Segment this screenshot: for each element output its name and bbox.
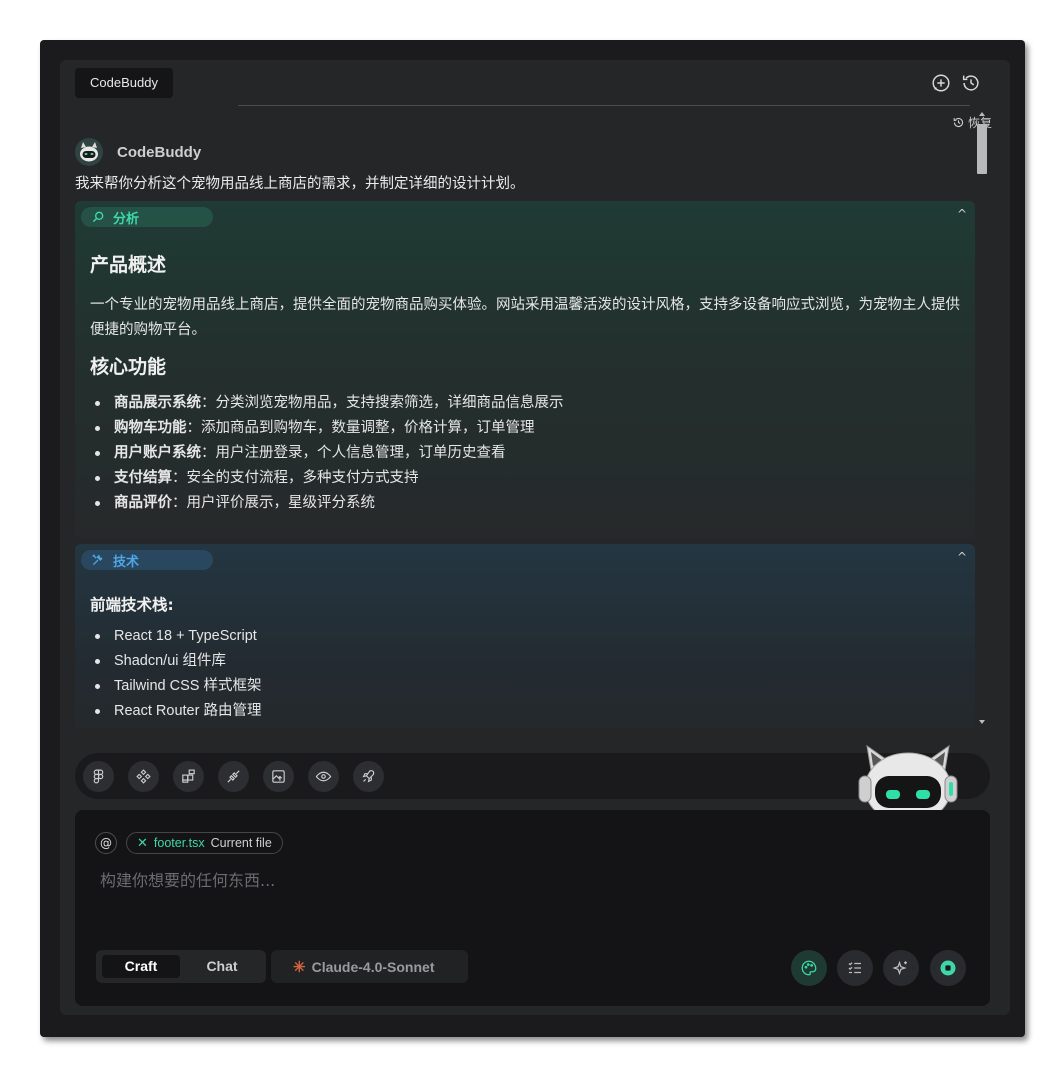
image-upload-button[interactable]: [263, 761, 294, 792]
remove-file-icon[interactable]: ✕: [137, 835, 148, 851]
plugin-icon: [227, 770, 240, 783]
analysis-section: 分析 ^ 产品概述 一个专业的宠物用品线上商店，提供全面的宠物商品购买体验。网站…: [75, 201, 975, 538]
features-list: 商品展示系统：分类浏览宠物用品，支持搜索筛选，详细商品信息展示 购物车功能：添加…: [90, 391, 960, 516]
list-item: 商品展示系统：分类浏览宠物用品，支持搜索筛选，详细商品信息展示: [90, 391, 960, 416]
stop-icon: [940, 960, 956, 976]
preview-eye-icon: [315, 771, 332, 782]
mention-button[interactable]: @: [95, 832, 117, 854]
list-item: Shadcn/ui 组件库: [90, 649, 960, 674]
features-heading: 核心功能: [90, 356, 167, 378]
list-item: 商品评价：用户评价展示，星级评分系统: [90, 491, 960, 516]
image-upload-icon: [272, 770, 285, 783]
widgets-button[interactable]: [173, 761, 204, 792]
figma-button[interactable]: [83, 761, 114, 792]
context-file-tag: Current file: [210, 836, 272, 850]
widgets-icon: [182, 769, 195, 783]
chat-mode-button[interactable]: Chat: [186, 955, 258, 978]
model-name: Claude-4.0-Sonnet: [311, 958, 435, 975]
plan-button[interactable]: [837, 950, 873, 986]
prompt-input[interactable]: [98, 870, 802, 891]
scroll-down-arrow[interactable]: [979, 720, 985, 724]
sparkle-icon: [892, 960, 907, 976]
restore-icon: [953, 117, 964, 128]
scroll-up-arrow[interactable]: [979, 112, 985, 116]
list-item: 支付结算：安全的支付流程，多种支付方式支持: [90, 466, 960, 491]
component-button[interactable]: [128, 761, 159, 792]
component-icon: [136, 769, 151, 784]
enhance-button[interactable]: [883, 950, 919, 986]
list-item: React 18 + TypeScript: [90, 624, 960, 649]
list-item: 购物车功能：添加商品到购物车，数量调整，价格计算，订单管理: [90, 416, 960, 441]
history-icon[interactable]: [960, 72, 982, 94]
add-chat-icon[interactable]: [930, 72, 952, 94]
list-item: React Router 路由管理: [90, 699, 960, 724]
overview-heading: 产品概述: [90, 254, 167, 276]
model-selector[interactable]: ✳ Claude-4.0-Sonnet: [271, 950, 468, 983]
panel-title-tab[interactable]: CodeBuddy: [75, 68, 173, 98]
context-file-chip[interactable]: ✕ footer.tsx Current file: [126, 832, 283, 854]
overview-text: 一个专业的宠物用品线上商店，提供全面的宠物商品购买体验。网站采用温馨活泼的设计风…: [90, 297, 960, 338]
tech-section: 技术 ^ 前端技术栈: React 18 + TypeScript Shadcn…: [75, 544, 975, 728]
design-button[interactable]: [791, 950, 827, 986]
chat-scrollbar[interactable]: [977, 112, 987, 724]
claude-star-icon: ✳: [293, 958, 306, 976]
preview-button[interactable]: [308, 761, 339, 792]
craft-mode-button[interactable]: Craft: [102, 955, 180, 978]
stop-button[interactable]: [930, 950, 966, 986]
palette-icon: [801, 960, 817, 976]
codebuddy-avatar: [75, 138, 103, 166]
plugin-button[interactable]: [218, 761, 249, 792]
mode-toggle: Craft Chat: [96, 950, 266, 983]
list-item: Tailwind CSS 样式框架: [90, 674, 960, 699]
tech-badge[interactable]: 技术: [81, 550, 213, 570]
analysis-badge[interactable]: 分析: [81, 207, 213, 227]
checklist-icon: [848, 962, 861, 974]
list-item: 用户账户系统：用户注册登录，个人信息管理，订单历史查看: [90, 441, 960, 466]
deploy-button[interactable]: [353, 761, 384, 792]
figma-icon: [93, 769, 104, 784]
header-divider: [238, 105, 970, 106]
tech-stack-list: React 18 + TypeScript Shadcn/ui 组件库 Tail…: [90, 624, 960, 724]
chat-transcript: CodeBuddy 我来帮你分析这个宠物用品线上商店的需求，并制定详细的设计计划…: [75, 135, 975, 728]
message-composer: @ ✕ footer.tsx Current file Craft Chat ✳…: [75, 810, 990, 1006]
search-icon: [92, 211, 104, 223]
tech-badge-label: 技术: [113, 554, 140, 570]
app-window: CodeBuddy 恢复 CodeBuddy 我来帮你分析这个宠物用品线上商店的…: [40, 40, 1025, 1037]
collapse-chevron-icon[interactable]: ^: [957, 550, 967, 564]
tools-icon: [92, 554, 103, 566]
robot-mascot-icon[interactable]: [853, 738, 963, 824]
analysis-badge-label: 分析: [113, 211, 140, 227]
stack-heading: 前端技术栈:: [90, 596, 174, 614]
codebuddy-panel: CodeBuddy 恢复 CodeBuddy 我来帮你分析这个宠物用品线上商店的…: [60, 60, 1010, 1015]
message-author: CodeBuddy: [75, 135, 975, 169]
scroll-thumb[interactable]: [977, 124, 987, 174]
message-intro: 我来帮你分析这个宠物用品线上商店的需求，并制定详细的设计计划。: [75, 176, 525, 192]
deploy-rocket-icon: [362, 770, 375, 783]
collapse-chevron-icon[interactable]: ^: [957, 207, 967, 221]
context-file-name: footer.tsx: [153, 836, 205, 850]
author-name: CodeBuddy: [117, 143, 202, 161]
